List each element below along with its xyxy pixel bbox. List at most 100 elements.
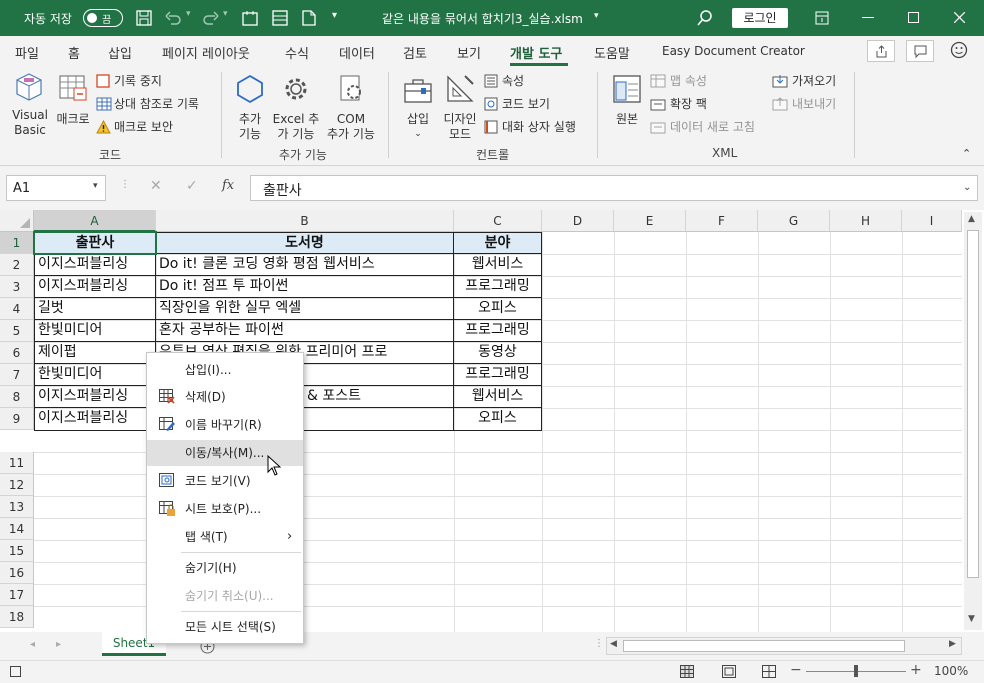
- minimize-icon[interactable]: [862, 17, 874, 19]
- zoom-in-icon[interactable]: +: [910, 662, 922, 678]
- column-header-h[interactable]: H: [830, 210, 902, 232]
- header-cell-title[interactable]: 도서명: [156, 233, 453, 253]
- frame-icon[interactable]: [242, 10, 258, 26]
- new-file-icon[interactable]: [301, 10, 317, 26]
- relative-reference-button[interactable]: 상대 참조로 기록: [96, 95, 216, 115]
- column-header-a[interactable]: A: [34, 210, 156, 232]
- row-header[interactable]: 1: [0, 232, 34, 254]
- menu-item-tab-color[interactable]: 탭 색(T) ›: [147, 524, 303, 550]
- cell-publisher[interactable]: 이지스퍼블리싱: [35, 386, 155, 408]
- tab-view[interactable]: 보기: [457, 43, 481, 62]
- name-box-dropdown-icon[interactable]: ▾: [93, 181, 98, 191]
- zoom-slider-thumb[interactable]: [854, 665, 858, 677]
- row-header[interactable]: 4: [0, 298, 34, 320]
- page-layout-view-icon[interactable]: [722, 665, 736, 678]
- tab-easy-document-creator[interactable]: Easy Document Creator: [662, 44, 805, 58]
- scroll-left-icon[interactable]: ◀: [610, 639, 617, 649]
- menu-item-select-all-sheets[interactable]: 모든 시트 선택(S): [147, 614, 303, 640]
- column-header-c[interactable]: C: [454, 210, 542, 232]
- menu-item-protect-sheet[interactable]: 시트 보호(P)...: [147, 496, 303, 522]
- cell-title[interactable]: Do it! 클론 코딩 영화 평점 웹서비스: [156, 254, 453, 276]
- menu-item-rename[interactable]: 이름 바꾸기(R): [147, 412, 303, 438]
- cell-publisher[interactable]: 이지스퍼블리싱: [35, 254, 155, 276]
- name-box[interactable]: A1 ▾: [6, 175, 106, 201]
- refresh-data-button[interactable]: 데이터 새로 고침: [650, 118, 770, 138]
- share-button[interactable]: [867, 40, 895, 62]
- autosave-toggle[interactable]: 끔: [83, 9, 123, 27]
- macro-button[interactable]: 매크로: [54, 72, 92, 140]
- select-all-corner[interactable]: [0, 210, 34, 232]
- properties-button[interactable]: 속성: [484, 72, 588, 92]
- cell-category[interactable]: 프로그래밍: [454, 364, 541, 386]
- cell-publisher[interactable]: 이지스퍼블리싱: [35, 276, 155, 298]
- cancel-entry-icon[interactable]: ✕: [150, 178, 162, 194]
- expansion-packs-button[interactable]: 확장 팩: [650, 95, 760, 115]
- horizontal-scrollbar[interactable]: ◀ ▶: [606, 637, 962, 655]
- cell-category[interactable]: 웹서비스: [454, 254, 541, 276]
- column-header-d[interactable]: D: [542, 210, 614, 232]
- tab-file[interactable]: 파일: [15, 43, 39, 62]
- menu-item-delete[interactable]: 삭제(D): [147, 384, 303, 410]
- insert-function-button[interactable]: fx: [222, 178, 234, 193]
- row-header[interactable]: 7: [0, 364, 34, 386]
- row-header[interactable]: 16: [0, 562, 34, 584]
- cell-publisher[interactable]: 한빛미디어: [35, 364, 155, 386]
- cell-title[interactable]: Do it! 점프 투 파이썬: [156, 276, 453, 298]
- visual-basic-button[interactable]: Visual Basic: [10, 72, 50, 140]
- addins-button[interactable]: 추가 기능: [232, 72, 268, 141]
- record-stop-button[interactable]: 기록 중지: [96, 72, 216, 92]
- close-icon[interactable]: [954, 12, 965, 23]
- cell-category[interactable]: 오피스: [454, 408, 541, 430]
- com-addins-button[interactable]: COM 추가 기능: [324, 72, 378, 141]
- row-header[interactable]: 13: [0, 496, 34, 518]
- customize-toolbar-icon[interactable]: ▾: [332, 10, 337, 21]
- column-header-b[interactable]: B: [156, 210, 454, 232]
- login-button[interactable]: 로그인: [732, 8, 788, 28]
- save-icon[interactable]: [136, 10, 152, 26]
- scroll-down-icon[interactable]: ▼: [968, 614, 975, 624]
- tab-formulas[interactable]: 수식: [285, 43, 309, 62]
- zoom-out-icon[interactable]: −: [790, 662, 802, 678]
- normal-view-icon[interactable]: [680, 665, 694, 678]
- tab-home[interactable]: 홈: [68, 43, 80, 62]
- confirm-entry-icon[interactable]: ✓: [186, 178, 198, 194]
- row-header[interactable]: 14: [0, 518, 34, 540]
- ribbon-display-icon[interactable]: [815, 11, 829, 25]
- expand-formula-icon[interactable]: ⌄: [963, 182, 971, 193]
- row-header[interactable]: 9: [0, 408, 34, 430]
- tab-insert[interactable]: 삽입: [108, 43, 132, 62]
- maximize-icon[interactable]: [908, 12, 919, 23]
- row-header[interactable]: 15: [0, 540, 34, 562]
- column-header-e[interactable]: E: [614, 210, 686, 232]
- excel-addins-button[interactable]: Excel 추 가 기능: [271, 72, 321, 141]
- cell-title[interactable]: & 포스트: [304, 386, 452, 408]
- macro-security-button[interactable]: 매크로 보안: [96, 118, 216, 138]
- undo-dropdown-icon[interactable]: ▾: [186, 9, 191, 19]
- row-header[interactable]: 11: [0, 452, 34, 474]
- undo-icon[interactable]: [165, 10, 181, 26]
- title-dropdown-icon[interactable]: ▾: [594, 11, 599, 21]
- cell-title[interactable]: 혼자 공부하는 파이썬: [156, 320, 453, 342]
- cell-publisher[interactable]: 길벗: [35, 298, 155, 320]
- design-mode-button[interactable]: 디자인 모드: [440, 72, 480, 141]
- run-dialog-button[interactable]: 대화 상자 실행: [484, 118, 588, 138]
- redo-icon[interactable]: [203, 10, 219, 26]
- scroll-right-icon[interactable]: ▶: [949, 639, 956, 649]
- column-header-f[interactable]: F: [686, 210, 758, 232]
- tab-page-layout[interactable]: 페이지 레이아웃: [162, 43, 250, 62]
- cell-category[interactable]: 프로그래밍: [454, 276, 541, 298]
- cell-category[interactable]: 프로그래밍: [454, 320, 541, 342]
- header-cell-category[interactable]: 분야: [454, 233, 541, 253]
- cell-publisher[interactable]: 이지스퍼블리싱: [35, 408, 155, 430]
- vertical-scrollbar[interactable]: ▲ ▼: [964, 212, 982, 630]
- cell-category[interactable]: 오피스: [454, 298, 541, 320]
- row-header[interactable]: 8: [0, 386, 34, 408]
- row-header[interactable]: 18: [0, 606, 34, 628]
- collapse-ribbon-icon[interactable]: ⌃: [962, 146, 971, 161]
- vertical-scroll-thumb[interactable]: [967, 230, 979, 578]
- tab-developer[interactable]: 개발 도구: [510, 43, 562, 62]
- scroll-up-icon[interactable]: ▲: [968, 214, 975, 224]
- cell-publisher[interactable]: 제이펍: [35, 342, 155, 364]
- menu-item-insert[interactable]: 삽입(I)...: [147, 357, 303, 383]
- horizontal-scroll-thumb[interactable]: [623, 640, 905, 652]
